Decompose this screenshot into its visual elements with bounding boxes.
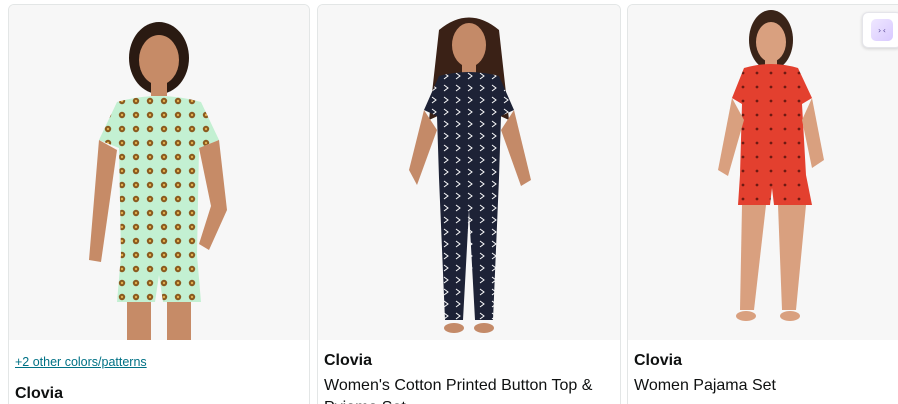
product-title-link[interactable]: Women's Cotton Printed Button Top & Pyja…	[324, 375, 614, 404]
other-colors-link[interactable]: +2 other colors/patterns	[15, 355, 303, 369]
model-mint-pajama-image	[89, 22, 227, 340]
model-red-pajama-image	[718, 10, 824, 321]
product-brand: Clovia	[324, 352, 373, 369]
product-image[interactable]	[318, 5, 620, 340]
model-navy-pajama-image	[409, 17, 531, 333]
product-image[interactable]	[628, 5, 898, 340]
product-title-link[interactable]: Women Pajama Set	[634, 375, 898, 397]
assistant-widget-button[interactable]: ›‹	[862, 12, 898, 48]
assistant-widget-icon: ›‹	[871, 19, 893, 41]
product-card[interactable]: Clovia Women's Cotton Printed Button Top…	[317, 4, 621, 404]
product-card[interactable]: Clovia Women Pajama Set	[627, 4, 898, 404]
product-card[interactable]: +2 other colors/patterns Clovia	[8, 4, 310, 404]
product-grid: +2 other colors/patterns Clovia Clovia W…	[0, 0, 898, 404]
product-image[interactable]	[9, 5, 309, 340]
product-brand: Clovia	[634, 352, 683, 369]
product-brand: Clovia	[15, 385, 64, 402]
